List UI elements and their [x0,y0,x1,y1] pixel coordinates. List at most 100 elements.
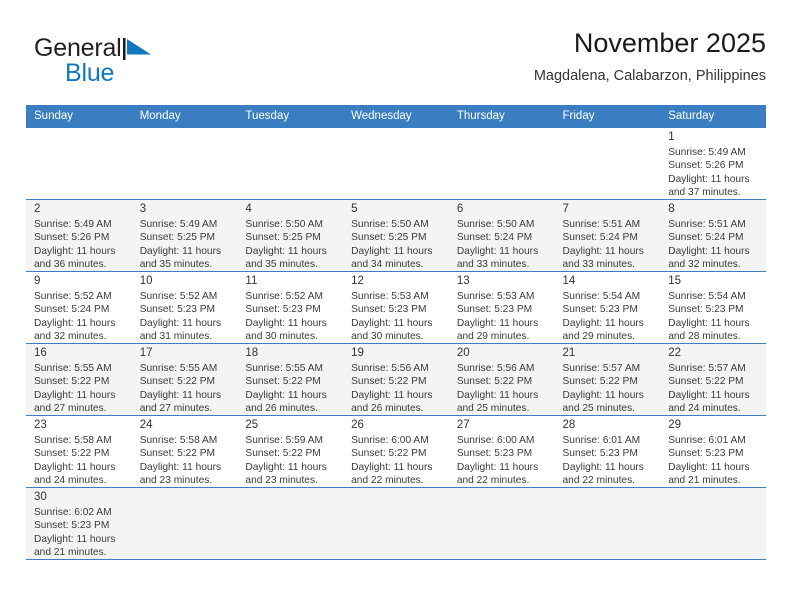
day-details: Sunrise: 6:02 AM Sunset: 5:23 PM Daylight:… [34,506,126,559]
day-cell[interactable]: 22 Sunrise: 5:57 AM Sunset: 5:22 PM Dayligh… [660,344,766,415]
day-cell[interactable]: 9 Sunrise: 5:52 AM Sunset: 5:24 PM Daylight… [26,272,132,343]
day-cell[interactable]: 13 Sunrise: 5:53 AM Sunset: 5:23 PM Dayligh… [449,272,555,343]
day-cell[interactable]: 7 Sunrise: 5:51 AM Sunset: 5:24 PM Daylight… [555,200,661,271]
calendar-cell-day-7: 7 Sunrise: 5:51 AM Sunset: 5:24 PM Daylight… [554,199,661,272]
day-number: 25 [245,419,259,431]
sunrise-text: Sunrise: 5:55 AM [245,363,323,374]
day-cell[interactable]: 28 Sunrise: 6:01 AM Sunset: 5:23 PM Dayligh… [555,416,661,487]
day-cell[interactable]: 24 Sunrise: 5:58 AM Sunset: 5:22 PM Dayligh… [132,416,238,487]
calendar-cell-day-14: 14 Sunrise: 5:54 AM Sunset: 5:23 PM Dayligh… [554,271,661,344]
day-cell[interactable]: 12 Sunrise: 5:53 AM Sunset: 5:23 PM Dayligh… [343,272,449,343]
daylight-text-line1: Daylight: 11 hours [456,245,539,257]
day-cell[interactable]: 16 Sunrise: 5:55 AM Sunset: 5:22 PM Dayligh… [26,344,132,415]
sunset-text: Sunset: 5:23 PM [668,304,744,316]
calendar-cell-day-26: 26 Sunrise: 6:00 AM Sunset: 5:22 PM Dayligh… [343,415,449,488]
sunset-text: Sunset: 5:22 PM [562,376,638,388]
day-cell[interactable]: 23 Sunrise: 5:58 AM Sunset: 5:22 PM Dayligh… [26,416,132,487]
calendar-cell-day-30: 30 Sunrise: 6:02 AM Sunset: 5:23 PM Dayligh… [26,487,132,560]
day-cell[interactable]: 27 Sunrise: 6:00 AM Sunset: 5:23 PM Dayligh… [449,416,555,487]
day-cell[interactable]: 20 Sunrise: 5:56 AM Sunset: 5:22 PM Dayligh… [449,344,555,415]
calendar-body: 1 Sunrise: 5:49 AM Sunset: 5:26 PM Daylight… [26,127,766,560]
calendar-cell-day-22: 22 Sunrise: 5:57 AM Sunset: 5:22 PM Dayligh… [660,343,766,416]
brand-logo[interactable]: General Blue [34,34,234,94]
daylight-text-line1: Daylight: 11 hours [668,173,750,185]
day-cell[interactable]: 14 Sunrise: 5:54 AM Sunset: 5:23 PM Dayligh… [555,272,661,343]
daylight-text-line1: Daylight: 11 hours [456,389,539,401]
daylight-text-line1: Daylight: 11 hours [351,461,433,473]
day-cell[interactable]: 19 Sunrise: 5:56 AM Sunset: 5:22 PM Dayligh… [343,344,449,415]
sunrise-text: Sunrise: 5:49 AM [139,219,218,230]
day-cell[interactable]: 5 Sunrise: 5:50 AM Sunset: 5:25 PM Daylight… [343,200,449,271]
empty-day-cell [555,128,661,199]
day-cell[interactable]: 25 Sunrise: 5:59 AM Sunset: 5:22 PM Dayligh… [237,416,343,487]
day-cell[interactable]: 30 Sunrise: 6:02 AM Sunset: 5:23 PM Dayligh… [26,488,132,559]
day-cell[interactable]: 29 Sunrise: 6:01 AM Sunset: 5:23 PM Dayligh… [660,416,766,487]
calendar-cell-day-2: 2 Sunrise: 5:49 AM Sunset: 5:26 PM Daylight… [26,199,132,272]
day-number: 29 [668,419,682,431]
calendar-cell-day-6: 6 Sunrise: 5:50 AM Sunset: 5:24 PM Daylight… [448,199,555,272]
sunset-text: Sunset: 5:25 PM [351,232,427,244]
weekday-header-friday: Friday [554,105,661,128]
sunset-text: Sunset: 5:23 PM [562,448,638,460]
day-cell[interactable]: 11 Sunrise: 5:52 AM Sunset: 5:23 PM Dayligh… [237,272,343,343]
calendar-cell-day-8: 8 Sunrise: 5:51 AM Sunset: 5:24 PM Daylight… [660,199,766,272]
day-cell[interactable]: 15 Sunrise: 5:54 AM Sunset: 5:23 PM Dayligh… [660,272,766,343]
day-cell[interactable]: 6 Sunrise: 5:50 AM Sunset: 5:24 PM Daylight… [449,200,555,271]
sunset-text: Sunset: 5:23 PM [34,520,110,532]
weekday-header-thursday: Thursday [448,105,555,128]
sunrise-text: Sunrise: 5:54 AM [668,291,746,302]
day-number: 17 [139,347,153,359]
page-subtitle: Magdalena, Calabarzon, Philippines [533,68,766,84]
daylight-text-line1: Daylight: 11 hours [34,461,116,473]
calendar-cell-empty [554,127,661,200]
day-cell[interactable]: 17 Sunrise: 5:55 AM Sunset: 5:22 PM Dayligh… [132,344,238,415]
brand-name-blue: Blue [65,59,115,87]
calendar-week-row: 23 Sunrise: 5:58 AM Sunset: 5:22 PM Dayligh… [26,415,766,488]
calendar-cell-day-21: 21 Sunrise: 5:57 AM Sunset: 5:22 PM Dayligh… [554,343,661,416]
calendar-cell-day-3: 3 Sunrise: 5:49 AM Sunset: 5:25 PM Daylight… [131,199,238,272]
sunset-text: Sunset: 5:23 PM [456,448,533,460]
calendar-cell-day-16: 16 Sunrise: 5:55 AM Sunset: 5:22 PM Dayligh… [26,343,132,416]
sunrise-text: Sunrise: 5:50 AM [245,219,323,230]
empty-day-cell [237,128,343,199]
day-details: Sunrise: 5:58 AM Sunset: 5:22 PM Daylight:… [34,434,126,487]
sunrise-text: Sunrise: 5:53 AM [456,291,535,302]
sunset-text: Sunset: 5:25 PM [245,232,321,244]
empty-day-cell [555,488,661,559]
day-cell[interactable]: 10 Sunrise: 5:52 AM Sunset: 5:23 PM Dayligh… [132,272,238,343]
daylight-text-line1: Daylight: 11 hours [668,317,750,329]
day-cell[interactable]: 2 Sunrise: 5:49 AM Sunset: 5:26 PM Daylight… [26,200,132,271]
day-number: 4 [245,203,252,215]
day-cell[interactable]: 21 Sunrise: 5:57 AM Sunset: 5:22 PM Dayligh… [555,344,661,415]
daylight-text-line2: and 32 minutes. [34,331,107,343]
day-details: Sunrise: 6:01 AM Sunset: 5:23 PM Daylight:… [668,434,760,487]
day-cell[interactable]: 18 Sunrise: 5:55 AM Sunset: 5:22 PM Dayligh… [237,344,343,415]
sunset-text: Sunset: 5:23 PM [456,304,533,316]
sunset-text: Sunset: 5:26 PM [668,160,744,172]
blue-flag-triangle-icon [122,38,153,70]
sunrise-text: Sunrise: 5:58 AM [34,435,112,446]
daylight-text-line2: and 30 minutes. [351,331,424,343]
title-block: November 2025 Magdalena, Calabarzon, Phi… [534,26,766,87]
day-cell[interactable]: 4 Sunrise: 5:50 AM Sunset: 5:25 PM Daylight… [237,200,343,271]
daylight-text-line2: and 37 minutes. [668,187,741,199]
daylight-text-line1: Daylight: 11 hours [456,461,539,473]
sunset-text: Sunset: 5:22 PM [34,448,110,460]
day-cell[interactable]: 3 Sunrise: 5:49 AM Sunset: 5:25 PM Daylight… [132,200,238,271]
weekday-header-sunday: Sunday [26,105,132,128]
sunset-text: Sunset: 5:25 PM [139,232,216,244]
day-details: Sunrise: 5:49 AM Sunset: 5:26 PM Daylight:… [668,146,760,199]
daylight-text-line2: and 26 minutes. [245,403,318,415]
daylight-text-line2: and 26 minutes. [351,403,424,415]
sunrise-text: Sunrise: 5:52 AM [245,291,323,302]
calendar-cell-day-1: 1 Sunrise: 5:49 AM Sunset: 5:26 PM Daylight… [660,127,766,200]
daylight-text-line2: and 36 minutes. [34,259,107,271]
day-cell[interactable]: 1 Sunrise: 5:49 AM Sunset: 5:26 PM Daylight… [660,128,766,199]
day-number: 27 [456,419,470,431]
calendar-cell-day-13: 13 Sunrise: 5:53 AM Sunset: 5:23 PM Dayligh… [448,271,555,344]
day-details: Sunrise: 6:00 AM Sunset: 5:22 PM Daylight:… [351,434,443,487]
day-cell[interactable]: 26 Sunrise: 6:00 AM Sunset: 5:22 PM Dayligh… [343,416,449,487]
sunset-text: Sunset: 5:22 PM [351,376,427,388]
sunset-text: Sunset: 5:22 PM [34,376,110,388]
day-cell[interactable]: 8 Sunrise: 5:51 AM Sunset: 5:24 PM Daylight… [660,200,766,271]
